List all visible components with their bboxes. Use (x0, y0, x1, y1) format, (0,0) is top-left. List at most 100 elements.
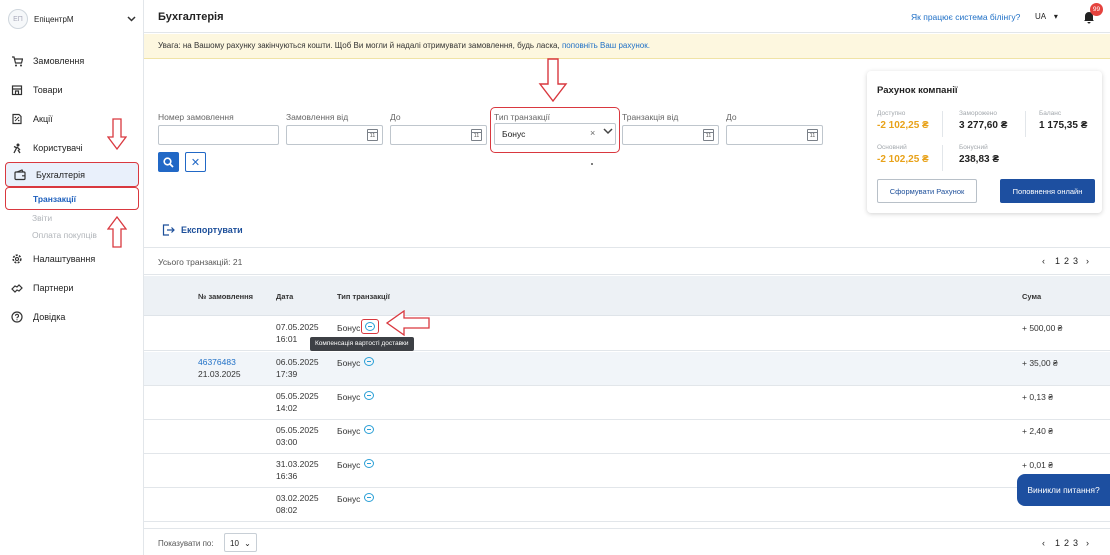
balance-value: 1 175,35 ₴ (1039, 120, 1088, 131)
page-link[interactable]: 3 (1073, 256, 1078, 266)
decorative-dot (591, 163, 593, 165)
next-page-icon[interactable]: › (1086, 256, 1089, 266)
per-page-label: Показувати по: (158, 539, 214, 548)
annotation-arrow-left-icon (386, 310, 430, 336)
next-page-icon[interactable]: › (1086, 538, 1089, 548)
total-transactions: Усього транзакцій: 21 (158, 257, 243, 267)
comment-icon[interactable] (364, 493, 374, 502)
column-sum[interactable]: Сума (1022, 292, 1041, 301)
clear-selection-icon[interactable]: × (590, 128, 595, 138)
prev-page-icon[interactable]: ‹ (1042, 538, 1045, 548)
users-icon (10, 141, 24, 155)
alert-text: Увага: на Вашому рахунку закінчуються ко… (158, 41, 562, 50)
annotation-arrow-up-icon (107, 216, 127, 248)
table-row[interactable]: 31.03.2025 16:36 Бонус + 0,01 ₴ (144, 454, 1110, 488)
account-title: Рахунок компанії (877, 85, 958, 96)
page-link[interactable]: 1 (1055, 256, 1060, 266)
generate-invoice-button[interactable]: Сформувати Рахунок (877, 179, 977, 203)
column-type[interactable]: Тип транзакції (337, 292, 390, 301)
table-row[interactable]: 03.02.2025 08:02 Бонус (144, 488, 1110, 522)
column-order[interactable]: № замовлення (198, 292, 253, 301)
comment-icon[interactable] (364, 459, 374, 468)
available-label: Доступно (877, 110, 906, 117)
per-page-select[interactable]: 10 ⌄ (224, 533, 257, 552)
clear-filters-button[interactable]: ✕ (185, 152, 206, 172)
transaction-from-label: Транзакція від (622, 112, 679, 122)
page-link[interactable]: 2 (1064, 256, 1069, 266)
calendar-icon[interactable]: 11 (807, 129, 818, 141)
chevron-down-icon: ⌄ (244, 539, 251, 548)
row-sum: + 35,00 ₴ (1022, 358, 1058, 368)
sidebar-item-accounting[interactable]: Бухгалтерія (5, 162, 139, 187)
annotation-arrow-down-icon (538, 58, 568, 102)
row-time: 17:39 (276, 369, 298, 379)
comment-icon[interactable] (364, 425, 374, 434)
order-number-label: Номер замовлення (158, 112, 234, 122)
sidebar-item-label: Акції (33, 113, 53, 124)
page-link[interactable]: 3 (1073, 538, 1078, 548)
chevron-down-icon (127, 14, 136, 24)
company-switcher[interactable]: ЕП ЕпіцентрМ (8, 8, 136, 30)
prev-page-icon[interactable]: ‹ (1042, 256, 1045, 266)
row-type: Бонус (337, 494, 361, 504)
sidebar-item-products[interactable]: Товари (0, 75, 144, 104)
order-date: 21.03.2025 (198, 369, 241, 379)
frozen-value: 3 277,60 ₴ (959, 120, 1008, 131)
order-to-label: До (390, 112, 401, 122)
annotation-arrow-down-icon (107, 118, 127, 150)
row-sum: + 0,13 ₴ (1022, 392, 1053, 402)
language-select[interactable]: UA ▾ (1035, 12, 1058, 21)
chevron-down-icon[interactable] (603, 127, 613, 138)
order-number-input[interactable] (158, 125, 279, 145)
search-button[interactable] (158, 152, 179, 172)
order-from-input[interactable]: 11 (286, 125, 383, 145)
transaction-from-input[interactable]: 11 (622, 125, 719, 145)
table-header: № замовлення Дата Тип транзакції Сума (144, 276, 1110, 316)
row-type: Бонус (337, 323, 361, 333)
sidebar-item-label: Налаштування (33, 253, 96, 264)
frozen-label: Заморожено (959, 110, 997, 117)
sidebar-item-help[interactable]: Довідка (0, 302, 144, 331)
table-row[interactable]: 46376483 21.03.2025 06.05.2025 17:39 Бон… (144, 352, 1110, 386)
transaction-to-input[interactable]: 11 (726, 125, 823, 145)
table-row[interactable]: 05.05.2025 03:00 Бонус + 2,40 ₴ (144, 420, 1110, 454)
topup-online-button[interactable]: Поповнення онлайн (1000, 179, 1095, 203)
transaction-to-label: До (726, 112, 737, 122)
calendar-icon[interactable]: 11 (471, 129, 482, 141)
row-type: Бонус (337, 358, 361, 368)
calendar-icon[interactable]: 11 (703, 129, 714, 141)
calendar-icon[interactable]: 11 (367, 129, 378, 141)
export-button[interactable]: Експортувати (162, 224, 243, 236)
search-icon (163, 156, 174, 168)
support-chat-button[interactable]: Виникли питання? (1017, 474, 1110, 506)
transaction-type-value: Бонус (502, 129, 526, 139)
sidebar-item-partners[interactable]: Партнери (0, 273, 144, 302)
per-page-value: 10 (230, 539, 239, 548)
transaction-type-select[interactable]: Бонус × (494, 123, 616, 145)
page-link[interactable]: 1 (1055, 538, 1060, 548)
comment-icon[interactable] (364, 357, 374, 366)
wallet-icon (13, 168, 27, 182)
main-label: Основний (877, 144, 907, 151)
caret-down-icon: ▾ (1053, 12, 1058, 21)
sidebar-item-settings[interactable]: Налаштування (0, 244, 144, 273)
row-time: 16:01 (276, 334, 298, 344)
sidebar-item-label: Довідка (33, 311, 66, 322)
comment-icon[interactable] (364, 391, 374, 400)
row-date: 05.05.2025 (276, 391, 319, 401)
row-sum: + 500,00 ₴ (1022, 323, 1063, 333)
order-to-input[interactable]: 11 (390, 125, 487, 145)
row-sum: + 2,40 ₴ (1022, 426, 1053, 436)
sidebar-item-orders[interactable]: Замовлення (0, 46, 144, 75)
billing-info-link[interactable]: Як працює система білінгу? (911, 12, 1020, 22)
page-link[interactable]: 2 (1064, 538, 1069, 548)
table-row[interactable]: 05.05.2025 14:02 Бонус + 0,13 ₴ (144, 386, 1110, 420)
topup-link[interactable]: поповніть Ваш рахунок. (562, 41, 650, 50)
sidebar-subitem-transactions[interactable]: Транзакції (5, 187, 139, 210)
table-row[interactable]: 07.05.2025 16:01 Бонус + 500,00 ₴ (144, 317, 1110, 351)
company-avatar: ЕП (8, 9, 28, 29)
export-icon (162, 224, 175, 236)
column-date[interactable]: Дата (276, 292, 293, 301)
gear-icon (10, 252, 24, 266)
order-number-link[interactable]: 46376483 (198, 357, 236, 368)
